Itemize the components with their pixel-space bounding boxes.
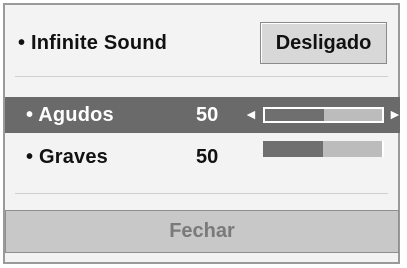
right-arrow-icon[interactable]: ► [388, 106, 402, 122]
treble-slider-track [323, 109, 382, 121]
treble-slider[interactable] [263, 107, 384, 123]
treble-value: 50 [196, 104, 219, 126]
divider [15, 76, 388, 77]
treble-slider-fill [265, 109, 324, 121]
bass-slider-fill [263, 141, 323, 157]
close-button[interactable]: Fechar [5, 210, 399, 253]
bass-slider-track [322, 141, 382, 157]
infinite-sound-toggle-button[interactable]: Desligado [260, 22, 387, 64]
infinite-sound-label: • Infinite Sound [18, 32, 168, 54]
left-arrow-icon[interactable]: ◄ [244, 106, 258, 122]
treble-label: • Agudos [26, 104, 114, 126]
divider [15, 193, 388, 194]
bass-slider[interactable] [263, 141, 384, 157]
bass-label: • Graves [26, 146, 108, 168]
bass-value: 50 [196, 146, 219, 168]
